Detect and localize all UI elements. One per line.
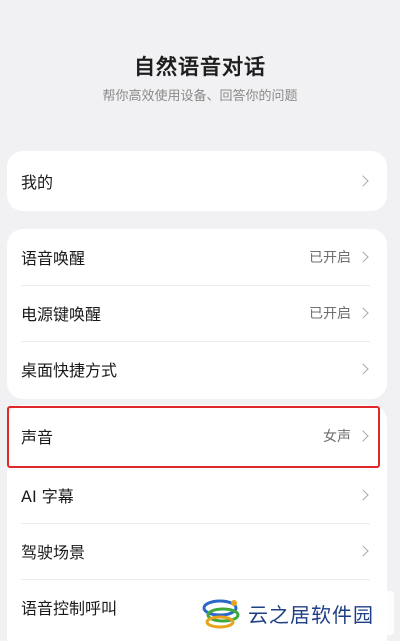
site-logo-icon [202, 599, 240, 629]
settings-item-driving-scene[interactable]: 驾驶场景 [7, 523, 387, 579]
watermark: 云之居软件园 [198, 591, 394, 635]
settings-item-voice-wake[interactable]: 语音唤醒 已开启 [7, 229, 387, 285]
settings-item-label: 我的 [21, 173, 54, 192]
chevron-right-icon [357, 251, 369, 263]
settings-item-label: 声音 [21, 428, 54, 447]
settings-item-label: AI 字幕 [21, 487, 74, 506]
settings-item-value: 已开启 [309, 306, 351, 322]
settings-item-label: 电源键唤醒 [21, 305, 102, 324]
chevron-right-icon [357, 430, 369, 442]
settings-item-sound[interactable]: 声音 女声 [7, 405, 387, 467]
settings-item-label: 驾驶场景 [21, 543, 86, 562]
settings-item-label: 语音唤醒 [21, 249, 86, 268]
watermark-text: 云之居软件园 [248, 602, 374, 627]
chevron-right-icon [357, 545, 369, 557]
page-subtitle: 帮你高效使用设备、回答你的问题 [102, 89, 298, 104]
settings-item-value: 女声 [323, 429, 351, 445]
settings-item-value: 已开启 [309, 250, 351, 266]
chevron-right-icon [357, 363, 369, 375]
settings-item-label: 桌面快捷方式 [21, 361, 118, 380]
page-header: 自然语音对话 帮你高效使用设备、回答你的问题 [0, 0, 400, 104]
settings-item-desktop-shortcut[interactable]: 桌面快捷方式 [7, 341, 387, 397]
chevron-right-icon [357, 489, 369, 501]
settings-item-power-key-wake[interactable]: 电源键唤醒 已开启 [7, 285, 387, 341]
page-title: 自然语音对话 [134, 55, 266, 79]
settings-card-wake: 语音唤醒 已开启 电源键唤醒 已开启 桌面快捷方式 [7, 229, 387, 399]
settings-item-my[interactable]: 我的 [7, 151, 387, 211]
settings-item-ai-subtitles[interactable]: AI 字幕 [7, 467, 387, 523]
chevron-right-icon [357, 175, 369, 187]
settings-card-my: 我的 [7, 151, 387, 211]
chevron-right-icon [357, 307, 369, 319]
